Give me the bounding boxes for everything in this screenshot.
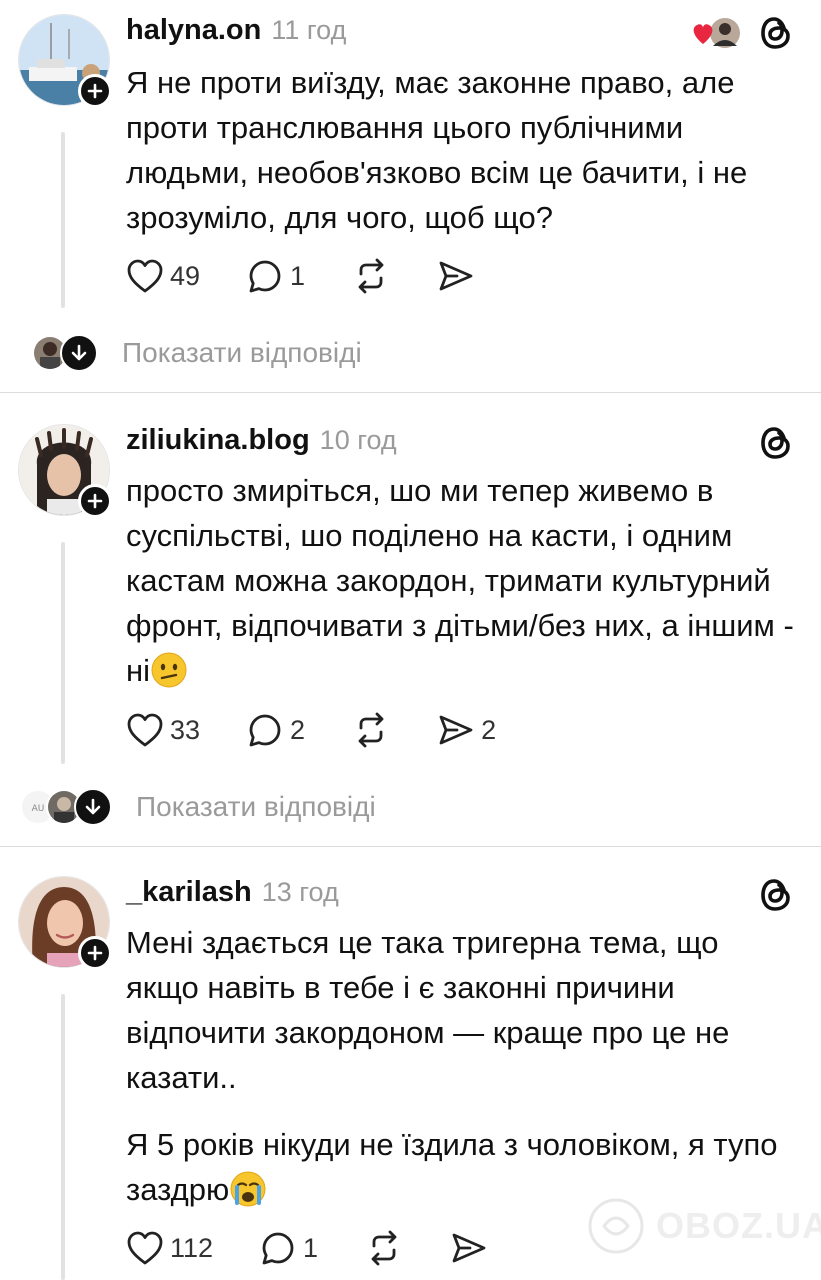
- follow-plus-icon[interactable]: [78, 936, 112, 970]
- watermark-text: OBOZ.UA: [656, 1205, 821, 1246]
- like-button[interactable]: 33: [126, 712, 200, 748]
- username[interactable]: halyna.on: [126, 14, 261, 47]
- like-button[interactable]: 112: [126, 1230, 213, 1266]
- send-arrow-icon: [439, 715, 473, 745]
- heart-outline-icon: [127, 713, 163, 747]
- avatar-halyna[interactable]: [18, 14, 112, 108]
- comment-button[interactable]: 2: [246, 711, 305, 749]
- heart-outline-icon: [127, 259, 163, 293]
- avatar-karilash[interactable]: [18, 876, 112, 970]
- post-text: Мені здається це така тригерна тема, що …: [126, 920, 796, 1212]
- repost-arrows-icon: [358, 258, 384, 294]
- repost-button[interactable]: [351, 257, 391, 295]
- share-button[interactable]: 2: [437, 712, 496, 748]
- follow-plus-icon[interactable]: [78, 74, 112, 108]
- send-arrow-icon: [452, 1233, 486, 1263]
- like-count: 49: [170, 260, 201, 291]
- comment-button[interactable]: 1: [246, 257, 305, 295]
- timestamp: 11 год: [271, 15, 347, 45]
- repost-button[interactable]: [364, 1229, 404, 1267]
- timestamp: 10 год: [319, 425, 397, 455]
- post-header: ziliukina.blog 10 год: [126, 424, 397, 458]
- confused-face-icon: [151, 652, 187, 688]
- post-paragraph: просто змиріться, шо ми тепер живемо в с…: [126, 473, 794, 688]
- send-arrow-icon: [439, 261, 473, 291]
- post-divider: [0, 846, 821, 847]
- comment-bubble-icon: [249, 260, 281, 293]
- post-text: Я не проти виїзду, має законне право, ал…: [126, 60, 796, 240]
- repost-arrows-icon: [358, 712, 384, 748]
- post-actions: 33 2 2: [126, 710, 542, 750]
- svg-text:AU: AU: [32, 804, 45, 814]
- liked-by-avatar-icon: [691, 16, 743, 50]
- share-count: 2: [481, 714, 497, 745]
- post-paragraph: Мені здається це така тригерна тема, що …: [126, 925, 730, 1095]
- avatar-ziliukina[interactable]: [18, 424, 112, 518]
- thread-line: [61, 542, 65, 764]
- threads-logo-icon[interactable]: [757, 424, 795, 462]
- like-count: 112: [170, 1232, 214, 1263]
- comment-bubble-icon: [262, 1232, 294, 1265]
- repost-arrows-icon: [371, 1230, 397, 1266]
- post-text: просто змиріться, шо ми тепер живемо в с…: [126, 468, 796, 693]
- post-actions: 112 1: [126, 1228, 534, 1268]
- username[interactable]: ziliukina.blog: [126, 424, 310, 457]
- show-replies-label[interactable]: Показати відповіді: [122, 337, 362, 369]
- username[interactable]: _karilash: [126, 876, 252, 909]
- threads-logo-icon[interactable]: [757, 876, 795, 914]
- crying-face-icon: [230, 1171, 266, 1207]
- follow-plus-icon[interactable]: [78, 484, 112, 518]
- arrow-down-icon: [74, 788, 112, 826]
- show-replies-label[interactable]: Показати відповіді: [136, 791, 376, 823]
- post-header: halyna.on 11 год: [126, 14, 346, 48]
- share-button[interactable]: [450, 1230, 488, 1266]
- watermark: OBOZ.UA: [586, 1196, 821, 1256]
- comment-count: 2: [290, 714, 306, 745]
- show-replies-button[interactable]: Показати відповіді: [32, 334, 362, 372]
- post-paragraph: Я 5 років нікуди не їздила з чоловіком, …: [126, 1127, 778, 1207]
- share-button[interactable]: [437, 258, 475, 294]
- like-button[interactable]: 49: [126, 258, 200, 294]
- post-divider: [0, 392, 821, 393]
- timestamp: 13 год: [261, 877, 339, 907]
- comment-button[interactable]: 1: [259, 1229, 318, 1267]
- comment-count: 1: [303, 1232, 319, 1263]
- post-actions: 49 1: [126, 256, 521, 296]
- comment-bubble-icon: [249, 714, 281, 747]
- show-replies-button[interactable]: AU Показати відповіді: [20, 788, 376, 826]
- heart-outline-icon: [127, 1231, 163, 1265]
- oboz-logo-icon: [588, 1198, 644, 1254]
- thread-line: [61, 994, 65, 1280]
- like-count: 33: [170, 714, 201, 745]
- repost-button[interactable]: [351, 711, 391, 749]
- post-header: _karilash 13 год: [126, 876, 339, 910]
- post-paragraph: Я не проти виїзду, має законне право, ал…: [126, 65, 748, 235]
- comment-count: 1: [290, 260, 306, 291]
- threads-logo-icon[interactable]: [757, 14, 795, 52]
- thread-line: [61, 132, 65, 308]
- arrow-down-icon: [60, 334, 98, 372]
